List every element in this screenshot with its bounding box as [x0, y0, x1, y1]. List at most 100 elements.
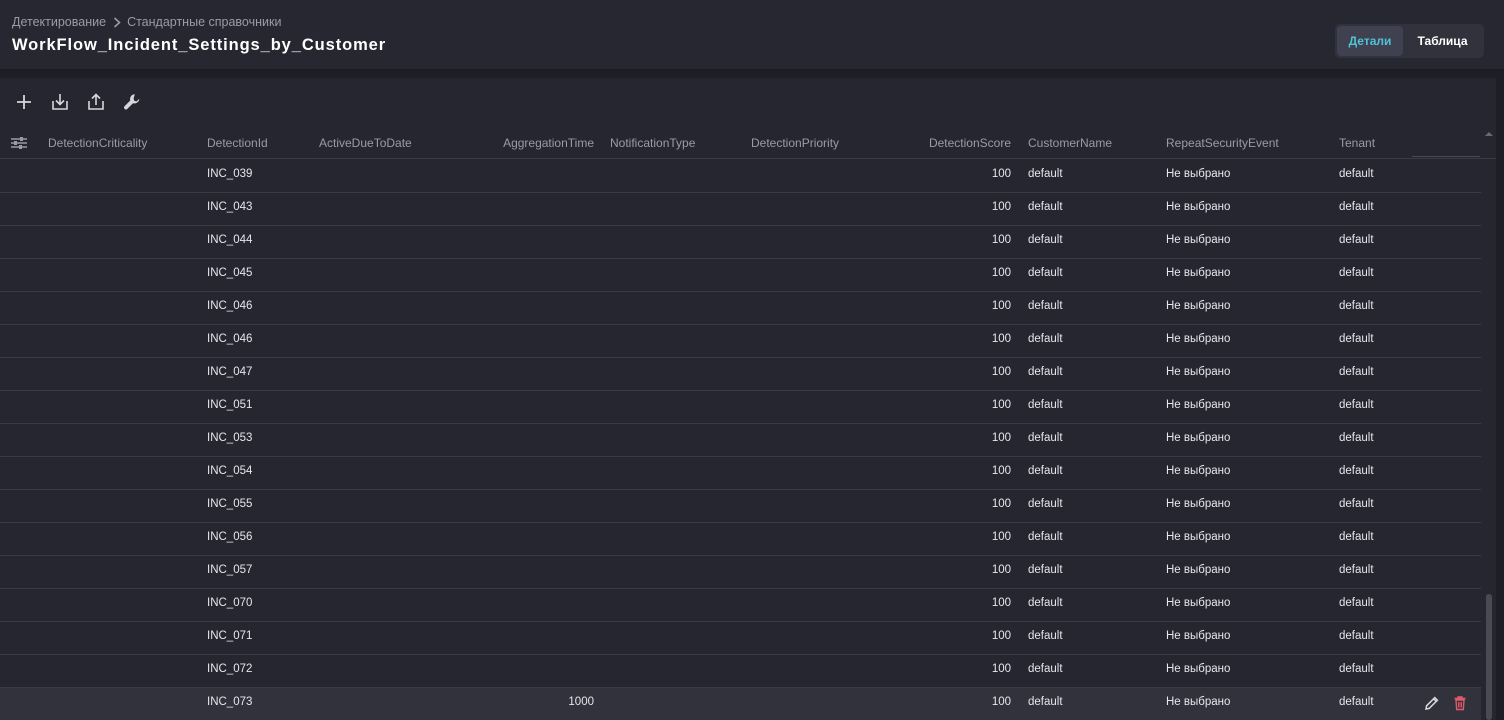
add-button[interactable] — [12, 90, 36, 114]
table-row[interactable]: INC_046 100 default Не выбрано default — [0, 325, 1481, 358]
delete-icon[interactable] — [1452, 695, 1468, 711]
cell-customer-name: default — [1028, 597, 1063, 609]
cell-detection-score: 100 — [991, 168, 1011, 180]
table-row[interactable]: INC_039 100 default Не выбрано default — [0, 160, 1481, 193]
table-row[interactable]: INC_071 100 default Не выбрано default — [0, 622, 1481, 655]
tab-table[interactable]: Таблица — [1403, 26, 1482, 56]
column-header-detection-score[interactable]: DetectionScore — [929, 136, 1011, 150]
column-header-aggregation-time[interactable]: AggregationTime — [503, 136, 594, 150]
column-header-notification-type[interactable]: NotificationType — [610, 136, 695, 150]
scrollbar-thumb[interactable] — [1486, 594, 1492, 720]
table-row[interactable]: INC_073 1000 100 default Не выбрано default — [0, 688, 1481, 720]
cell-repeat-security-event: Не выбрано — [1166, 630, 1231, 642]
cell-repeat-security-event: Не выбрано — [1166, 498, 1231, 510]
cell-tenant: default — [1339, 465, 1374, 477]
column-header-active-due-to-date[interactable]: ActiveDueToDate — [319, 136, 412, 150]
edit-icon[interactable] — [1424, 695, 1440, 711]
cell-detection-id: INC_044 — [207, 234, 253, 246]
toolbar — [0, 78, 1496, 126]
cell-detection-score: 100 — [991, 267, 1011, 279]
cell-detection-id: INC_071 — [207, 630, 253, 642]
page-title: WorkFlow_Incident_Settings_by_Customer — [12, 36, 387, 54]
cell-repeat-security-event: Не выбрано — [1166, 465, 1231, 477]
cell-tenant: default — [1339, 333, 1374, 345]
cell-tenant: default — [1339, 201, 1374, 213]
table-row[interactable]: INC_072 100 default Не выбрано default — [0, 655, 1481, 688]
cell-customer-name: default — [1028, 465, 1063, 477]
cell-detection-id: INC_054 — [207, 465, 253, 477]
table-row[interactable]: INC_070 100 default Не выбрано default — [0, 589, 1481, 622]
table-row[interactable]: INC_053 100 default Не выбрано default — [0, 424, 1481, 457]
table-row[interactable]: INC_055 100 default Не выбрано default — [0, 490, 1481, 523]
plus-icon — [17, 95, 31, 109]
settings-button[interactable] — [120, 90, 144, 114]
cell-tenant: default — [1339, 597, 1374, 609]
chevron-right-icon — [113, 16, 121, 28]
table-row[interactable]: INC_051 100 default Не выбрано default — [0, 391, 1481, 424]
cell-detection-score: 100 — [991, 333, 1011, 345]
column-header-detection-priority[interactable]: DetectionPriority — [751, 136, 839, 150]
cell-tenant: default — [1339, 696, 1374, 708]
breadcrumb-current: Стандартные справочники — [127, 15, 282, 29]
cell-repeat-security-event: Не выбрано — [1166, 267, 1231, 279]
cell-aggregation-time: 1000 — [568, 696, 594, 708]
cell-customer-name: default — [1028, 234, 1063, 246]
cell-customer-name: default — [1028, 267, 1063, 279]
cell-detection-score: 100 — [991, 399, 1011, 411]
row-actions — [1424, 695, 1468, 711]
cell-tenant: default — [1339, 300, 1374, 312]
breadcrumb-link-detection[interactable]: Детектирование — [12, 15, 106, 29]
import-button[interactable] — [48, 90, 72, 114]
table-row[interactable]: INC_043 100 default Не выбрано default — [0, 193, 1481, 226]
table-row[interactable]: INC_047 100 default Не выбрано default — [0, 358, 1481, 391]
cell-repeat-security-event: Не выбрано — [1166, 366, 1231, 378]
cell-customer-name: default — [1028, 663, 1063, 675]
cell-repeat-security-event: Не выбрано — [1166, 597, 1231, 609]
cell-detection-score: 100 — [991, 465, 1011, 477]
cell-customer-name: default — [1028, 564, 1063, 576]
table-row[interactable]: INC_054 100 default Не выбрано default — [0, 457, 1481, 490]
cell-detection-id: INC_070 — [207, 597, 253, 609]
sliders-icon[interactable] — [10, 135, 28, 151]
header-divider — [1412, 156, 1480, 157]
table-row[interactable]: INC_045 100 default Не выбрано default — [0, 259, 1481, 292]
table-header: DetectionCriticality DetectionId ActiveD… — [0, 127, 1496, 159]
cell-detection-id: INC_072 — [207, 663, 253, 675]
column-header-repeat-security-event[interactable]: RepeatSecurityEvent — [1166, 136, 1279, 150]
cell-repeat-security-event: Не выбрано — [1166, 333, 1231, 345]
tab-details[interactable]: Детали — [1337, 26, 1403, 56]
cell-detection-score: 100 — [991, 300, 1011, 312]
cell-tenant: default — [1339, 564, 1374, 576]
cell-detection-score: 100 — [991, 564, 1011, 576]
vertical-scrollbar[interactable] — [1484, 126, 1494, 720]
column-header-tenant[interactable]: Tenant — [1339, 136, 1375, 150]
cell-detection-score: 100 — [991, 531, 1011, 543]
cell-detection-score: 100 — [991, 432, 1011, 444]
cell-customer-name: default — [1028, 399, 1063, 411]
cell-tenant: default — [1339, 531, 1374, 543]
cell-customer-name: default — [1028, 696, 1063, 708]
export-button[interactable] — [84, 90, 108, 114]
cell-repeat-security-event: Не выбрано — [1166, 399, 1231, 411]
cell-tenant: default — [1339, 234, 1374, 246]
cell-repeat-security-event: Не выбрано — [1166, 663, 1231, 675]
column-header-detection-criticality[interactable]: DetectionCriticality — [48, 136, 147, 150]
column-header-detection-id[interactable]: DetectionId — [207, 136, 268, 150]
table-row[interactable]: INC_046 100 default Не выбрано default — [0, 292, 1481, 325]
cell-customer-name: default — [1028, 201, 1063, 213]
cell-customer-name: default — [1028, 300, 1063, 312]
cell-repeat-security-event: Не выбрано — [1166, 300, 1231, 312]
breadcrumb: Детектирование Стандартные справочники — [12, 14, 281, 30]
cell-customer-name: default — [1028, 366, 1063, 378]
upload-icon — [88, 93, 104, 110]
cell-detection-id: INC_039 — [207, 168, 253, 180]
table-row[interactable]: INC_057 100 default Не выбрано default — [0, 556, 1481, 589]
cell-repeat-security-event: Не выбрано — [1166, 432, 1231, 444]
table-row[interactable]: INC_044 100 default Не выбрано default — [0, 226, 1481, 259]
cell-detection-score: 100 — [991, 366, 1011, 378]
cell-detection-score: 100 — [991, 498, 1011, 510]
column-header-customer-name[interactable]: CustomerName — [1028, 136, 1112, 150]
scroll-up-arrow-icon[interactable] — [1484, 130, 1494, 138]
cell-detection-score: 100 — [991, 630, 1011, 642]
table-row[interactable]: INC_056 100 default Не выбрано default — [0, 523, 1481, 556]
